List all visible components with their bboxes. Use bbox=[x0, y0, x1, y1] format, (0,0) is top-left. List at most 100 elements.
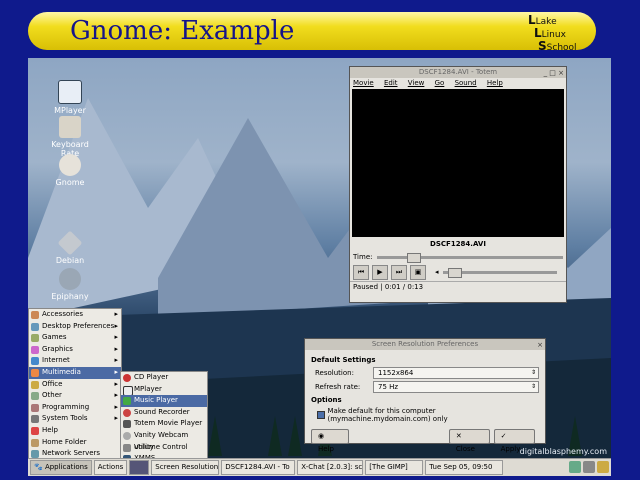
clock[interactable]: Tue Sep 05, 09:50 bbox=[425, 460, 504, 475]
games-icon bbox=[31, 334, 39, 343]
default-settings-heading: Default Settings bbox=[311, 356, 376, 364]
volume-slider[interactable] bbox=[442, 267, 557, 278]
wallpaper-watermark: digitalblasphemy.com bbox=[519, 447, 607, 456]
speaker-icon bbox=[123, 443, 131, 452]
dialog-titlebar[interactable]: Screen Resolution Preferences × bbox=[305, 339, 545, 350]
applications-menu: Accessories ▸ Desktop Preferences ▸ Games ▸… bbox=[28, 308, 122, 462]
task-xchat[interactable]: X-Chat [2.0.3]: sc bbox=[297, 460, 364, 475]
accessories-icon bbox=[31, 311, 39, 319]
video-area[interactable] bbox=[352, 89, 564, 237]
menu-item-accessories[interactable]: Accessories ▸ bbox=[29, 309, 121, 321]
menu-item-help[interactable]: Help bbox=[29, 425, 121, 437]
menu-item-desktop-preferences[interactable]: Desktop Preferences ▸ bbox=[29, 321, 121, 333]
epiphany-icon bbox=[59, 268, 81, 290]
resolution-select[interactable]: 1152x864 ⇕ bbox=[373, 367, 539, 379]
totem-menubar: Movie Edit View Go Sound Help bbox=[350, 78, 566, 89]
previous-icon[interactable]: ⏮ bbox=[353, 264, 369, 280]
totem-window: DSCF1284.AVI - Totem _ □ × Movie Edit Vi… bbox=[349, 66, 567, 303]
volume-tray-icon[interactable] bbox=[583, 461, 595, 473]
home-folder-icon bbox=[31, 438, 39, 447]
menu-item-music-player[interactable]: Music Player bbox=[121, 395, 207, 407]
workspace-icon[interactable] bbox=[569, 461, 581, 473]
cd-icon bbox=[123, 374, 131, 382]
menu-item-cd-player[interactable]: CD Player bbox=[121, 372, 207, 384]
help-icon bbox=[31, 426, 39, 435]
menu-item-system-tools[interactable]: System Tools ▸ bbox=[29, 413, 121, 425]
screen-resolution-dialog: Screen Resolution Preferences × Default … bbox=[304, 338, 546, 453]
dropdown-arrow-icon: ⇕ bbox=[530, 383, 536, 390]
menu-item-internet[interactable]: Internet ▸ bbox=[29, 355, 121, 367]
menu-item-games[interactable]: Games ▸ bbox=[29, 332, 121, 344]
task-gimp[interactable]: [The GIMP] bbox=[365, 460, 424, 475]
fullscreen-icon[interactable]: ▣ bbox=[410, 264, 426, 280]
menu-item-programming[interactable]: Programming ▸ bbox=[29, 402, 121, 414]
options-heading: Options bbox=[311, 396, 342, 404]
multimedia-icon bbox=[31, 368, 39, 377]
task-totem[interactable]: DSCF1284.AVI - To bbox=[221, 460, 296, 475]
graphics-icon bbox=[31, 345, 39, 354]
menu-help[interactable]: Help bbox=[487, 79, 503, 87]
preferences-icon bbox=[31, 322, 39, 331]
applications-button[interactable]: 🐾 Applications bbox=[30, 460, 92, 475]
refresh-rate-label: Refresh rate: bbox=[315, 383, 361, 391]
menu-item-volume-control[interactable]: Volume Control bbox=[121, 442, 207, 454]
music-icon bbox=[123, 397, 131, 406]
seek-slider[interactable] bbox=[376, 252, 563, 263]
seek-handle[interactable] bbox=[406, 252, 421, 263]
school-logo: LLake LLinux SSchool bbox=[528, 13, 577, 53]
terminal-icon[interactable] bbox=[129, 460, 150, 475]
mplayer-icon bbox=[123, 385, 133, 396]
task-screen-resolution[interactable]: Screen Resolution bbox=[151, 460, 220, 475]
make-default-checkbox[interactable]: Make default for this computer (mymachin… bbox=[317, 407, 539, 423]
multimedia-submenu: CD Player MPlayer Music Player Sound Rec… bbox=[120, 371, 208, 467]
menu-item-home-folder[interactable]: Home Folder bbox=[29, 437, 121, 449]
actions-button[interactable]: Actions bbox=[93, 460, 128, 475]
bottom-panel: 🐾 Applications Actions Screen Resolution… bbox=[28, 458, 611, 476]
menu-item-totem[interactable]: Totem Movie Player bbox=[121, 418, 207, 430]
resolution-label: Resolution: bbox=[315, 369, 354, 377]
status-bar: Paused | 0:01 / 0:13 bbox=[350, 281, 566, 292]
refresh-rate-select[interactable]: 75 Hz ⇕ bbox=[373, 381, 539, 393]
menu-movie[interactable]: Movie bbox=[353, 79, 374, 87]
office-icon bbox=[31, 380, 39, 389]
apply-button[interactable]: ✓ Apply bbox=[493, 429, 536, 453]
debian-icon bbox=[57, 230, 83, 256]
slide-title: Gnome: Example bbox=[70, 16, 295, 46]
play-icon[interactable]: ▶ bbox=[372, 264, 388, 280]
desktop-icon-gnome[interactable]: Gnome bbox=[45, 154, 95, 187]
system-tray bbox=[567, 461, 609, 473]
time-label: Time: bbox=[353, 253, 373, 261]
menu-item-mplayer[interactable]: MPlayer bbox=[121, 384, 207, 396]
desktop-icon-epiphany[interactable]: Epiphany bbox=[45, 268, 95, 301]
menu-go[interactable]: Go bbox=[435, 79, 445, 87]
menu-edit[interactable]: Edit bbox=[384, 79, 398, 87]
film-icon bbox=[123, 420, 131, 429]
close-button[interactable]: ✕ Close bbox=[448, 429, 490, 453]
totem-titlebar[interactable]: DSCF1284.AVI - Totem _ □ × bbox=[350, 67, 566, 78]
menu-item-multimedia[interactable]: Multimedia ▸ bbox=[29, 366, 121, 379]
menu-item-other[interactable]: Other ▸ bbox=[29, 390, 121, 402]
menu-sound[interactable]: Sound bbox=[455, 79, 477, 87]
dialog-close-icon[interactable]: × bbox=[537, 340, 543, 351]
record-icon bbox=[123, 408, 131, 417]
menu-item-sound-recorder[interactable]: Sound Recorder bbox=[121, 407, 207, 419]
menu-view[interactable]: View bbox=[408, 79, 425, 87]
window-controls[interactable]: _ □ × bbox=[544, 68, 564, 79]
keyboard-icon bbox=[59, 116, 81, 138]
volume-handle[interactable] bbox=[447, 267, 462, 278]
bell-icon[interactable] bbox=[597, 461, 609, 473]
help-button[interactable]: ◉ Help bbox=[311, 429, 349, 453]
other-icon bbox=[31, 392, 39, 401]
menu-item-graphics[interactable]: Graphics ▸ bbox=[29, 344, 121, 356]
desktop-screenshot: MPlayer Keyboard Rate Gnome Debian Epiph… bbox=[28, 58, 611, 476]
menu-item-vanity[interactable]: Vanity Webcam utility bbox=[121, 430, 207, 451]
desktop-icon-debian[interactable]: Debian bbox=[45, 230, 95, 265]
webcam-icon bbox=[123, 431, 131, 440]
menu-item-office[interactable]: Office ▸ bbox=[29, 379, 121, 391]
next-icon[interactable]: ⏭ bbox=[391, 264, 407, 280]
checkbox-icon[interactable] bbox=[317, 411, 325, 419]
system-tools-icon bbox=[31, 415, 39, 424]
desktop-icon-keyboard-rate[interactable]: Keyboard Rate bbox=[45, 116, 95, 158]
volume-icon: ◂ bbox=[435, 268, 439, 276]
desktop-icon-mplayer[interactable]: MPlayer bbox=[45, 80, 95, 115]
